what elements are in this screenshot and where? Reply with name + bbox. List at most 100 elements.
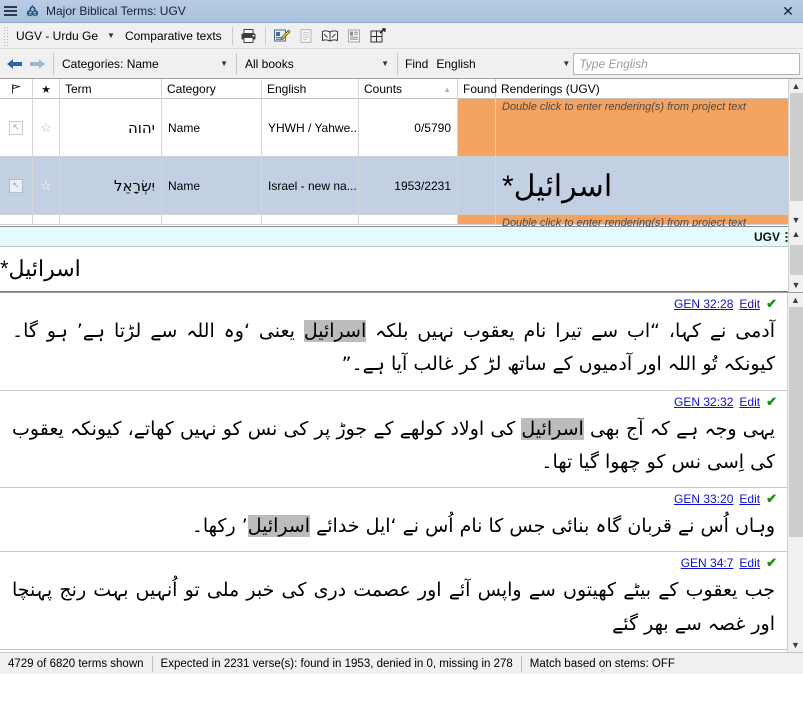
status-terms-shown: 4729 of 6820 terms shown (8, 657, 144, 670)
star-icon[interactable]: ☆ (40, 120, 52, 136)
column-header-found[interactable]: Found (458, 79, 497, 99)
verse-block: GEN 32:28 Edit ✔ آدمی نے کہا، “اب سے تیر… (0, 293, 787, 391)
page-title: Major Biblical Terms: UGV (46, 4, 186, 18)
verse-text[interactable]: آدمی نے کہا، “اب سے تیرا نام یعقوب نہیں … (8, 313, 779, 384)
table-row[interactable]: ↖ ☆ יִשְׂרָאֵל Name Israel - new na... 1… (0, 157, 803, 215)
trinity-knot-icon (23, 2, 41, 20)
main-toolbar: UGV - Urdu Ge ▼ Comparative texts (0, 23, 803, 49)
column-header-flag[interactable] (0, 79, 33, 99)
row-star-cell[interactable] (33, 215, 60, 225)
row-star-cell[interactable]: ☆ (33, 99, 60, 157)
project-combo[interactable]: UGV - Urdu Ge ▼ (12, 25, 119, 47)
verse-text[interactable]: وہاں اُس نے قربان گاہ بنائی جس کا نام اُ… (8, 508, 779, 545)
scroll-thumb[interactable] (788, 307, 803, 537)
chevron-down-icon: ▼ (220, 59, 228, 68)
toolbar-drag-handle[interactable] (3, 25, 10, 46)
renderings-editor-header: UGV (0, 227, 803, 247)
verse-approved-icon: ✔ (766, 296, 777, 311)
verses-scrollbar[interactable]: ▲ ▼ (787, 293, 803, 652)
find-label: Find (405, 56, 429, 71)
cell-found (458, 99, 496, 157)
scroll-down-icon[interactable]: ▼ (791, 638, 800, 652)
verse-text[interactable]: جب یعقوب کے بیٹے کھیتوں سے واپس آئے اور … (8, 572, 779, 643)
table-row[interactable]: ↖ ☆ יהוה Name YHWH / Yahwe... 0/5790 Dou… (0, 99, 803, 157)
row-state-cell[interactable] (0, 215, 33, 225)
verse-header: GEN 32:28 Edit ✔ (8, 293, 779, 313)
row-state-cell[interactable]: ↖ (0, 99, 33, 157)
verse-edit-link[interactable]: Edit (739, 297, 760, 311)
scroll-up-icon[interactable]: ▲ (792, 79, 801, 93)
sort-ascending-icon: ▲ (443, 85, 451, 94)
row-state-cell[interactable]: ↖ (0, 157, 33, 215)
verses-list: GEN 32:28 Edit ✔ آدمی نے کہا، “اب سے تیر… (0, 293, 787, 652)
term-status-icon: ↖ (9, 120, 23, 135)
scroll-down-icon[interactable]: ▼ (792, 213, 801, 227)
renderings-editor-scrollbar[interactable]: ▲ ▼ (788, 227, 803, 292)
scroll-thumb[interactable] (789, 93, 803, 201)
scroll-up-icon[interactable]: ▲ (792, 227, 801, 241)
cell-term: יהוה (60, 99, 162, 157)
cell-found (458, 157, 496, 215)
chevron-down-icon: ▼ (381, 59, 389, 68)
cell-counts: 1953/2231 (359, 157, 458, 215)
column-header-renderings[interactable]: Renderings (UGV) (496, 79, 803, 99)
close-icon[interactable]: ✕ (773, 0, 803, 23)
grid-scrollbar[interactable]: ▲ ▼ (788, 79, 803, 227)
renderings-editor-value-box[interactable]: اسرائیل* (0, 247, 803, 292)
verse-edit-link[interactable]: Edit (739, 395, 760, 409)
chevron-down-icon: ▼ (107, 31, 115, 40)
document-icon[interactable] (295, 25, 317, 47)
search-input[interactable]: Type English (573, 52, 800, 75)
verse-reference-link[interactable]: GEN 32:28 (674, 297, 733, 311)
categories-filter[interactable]: Categories: Name ▼ (59, 53, 231, 75)
toolbar-separator (231, 26, 233, 45)
comparative-texts-button[interactable]: Comparative texts (119, 29, 228, 43)
cell-english: Israel - new na... (262, 157, 359, 215)
scroll-up-icon[interactable]: ▲ (791, 293, 800, 307)
verse-edit-link[interactable]: Edit (739, 492, 760, 506)
detach-window-icon[interactable] (367, 25, 389, 47)
verse-edit-link[interactable]: Edit (739, 556, 760, 570)
verse-text[interactable]: یہی وجہ ہے کہ آج بھی اسرائیل کی اولاد کو… (8, 411, 779, 482)
verses-pane: GEN 32:28 Edit ✔ آدمی نے کہا، “اب سے تیر… (0, 292, 803, 652)
column-header-english[interactable]: English (262, 79, 359, 99)
cell-renderings[interactable]: Double click to enter rendering(s) from … (496, 215, 803, 229)
cell-renderings[interactable]: اسرائیل* (496, 157, 803, 215)
column-header-counts[interactable]: Counts ▲ (359, 79, 458, 99)
hamburger-menu-icon[interactable] (4, 0, 20, 23)
print-icon[interactable] (238, 25, 260, 47)
column-header-term[interactable]: Term (60, 79, 162, 99)
text-list-icon[interactable] (343, 25, 365, 47)
forward-arrow-icon[interactable] (26, 52, 48, 76)
column-header-category[interactable]: Category (162, 79, 262, 99)
chevron-down-icon: ▼ (562, 59, 571, 68)
categories-filter-label: Categories: Name (62, 56, 159, 71)
verse-segment: یہی وجہ ہے کہ آج بھی (583, 417, 775, 440)
filter-sep-3 (397, 52, 398, 75)
table-row[interactable]: Double click to enter rendering(s) from … (0, 215, 803, 229)
term-hebrew-text: יהוה (127, 118, 155, 137)
cell-renderings[interactable]: Double click to enter rendering(s) from … (496, 99, 803, 157)
verse-approved-icon: ✔ (766, 393, 777, 409)
scroll-thumb[interactable] (789, 244, 803, 275)
verse-approved-icon: ✔ (766, 555, 777, 571)
row-star-cell[interactable]: ☆ (33, 157, 60, 215)
verse-reference-link[interactable]: GEN 32:32 (674, 395, 733, 409)
terms-grid-header: ★ Term Category English Counts ▲ Found R… (0, 79, 803, 99)
toolbar-separator-2 (264, 26, 266, 45)
verse-reference-link[interactable]: GEN 34:7 (681, 556, 734, 570)
verse-segment: ’ رکھا۔ (191, 515, 248, 537)
verse-reference-link[interactable]: GEN 33:20 (674, 492, 733, 506)
open-book-icon[interactable] (319, 25, 341, 47)
column-header-star[interactable]: ★ (33, 79, 60, 99)
terms-grid: ★ Term Category English Counts ▲ Found R… (0, 79, 803, 229)
star-icon[interactable]: ☆ (40, 178, 52, 194)
renderings-editor: UGV اسرائیل* ▲ ▼ (0, 227, 803, 292)
scroll-down-icon[interactable]: ▼ (792, 278, 801, 292)
edit-note-icon[interactable] (271, 25, 293, 47)
back-arrow-icon[interactable] (4, 52, 26, 76)
books-filter[interactable]: All books ▼ (242, 53, 392, 75)
cell-category: Name (162, 157, 262, 215)
terms-grid-body: ↖ ☆ יהוה Name YHWH / Yahwe... 0/5790 Dou… (0, 99, 803, 229)
find-language-combo[interactable]: English ▼ (433, 53, 573, 75)
